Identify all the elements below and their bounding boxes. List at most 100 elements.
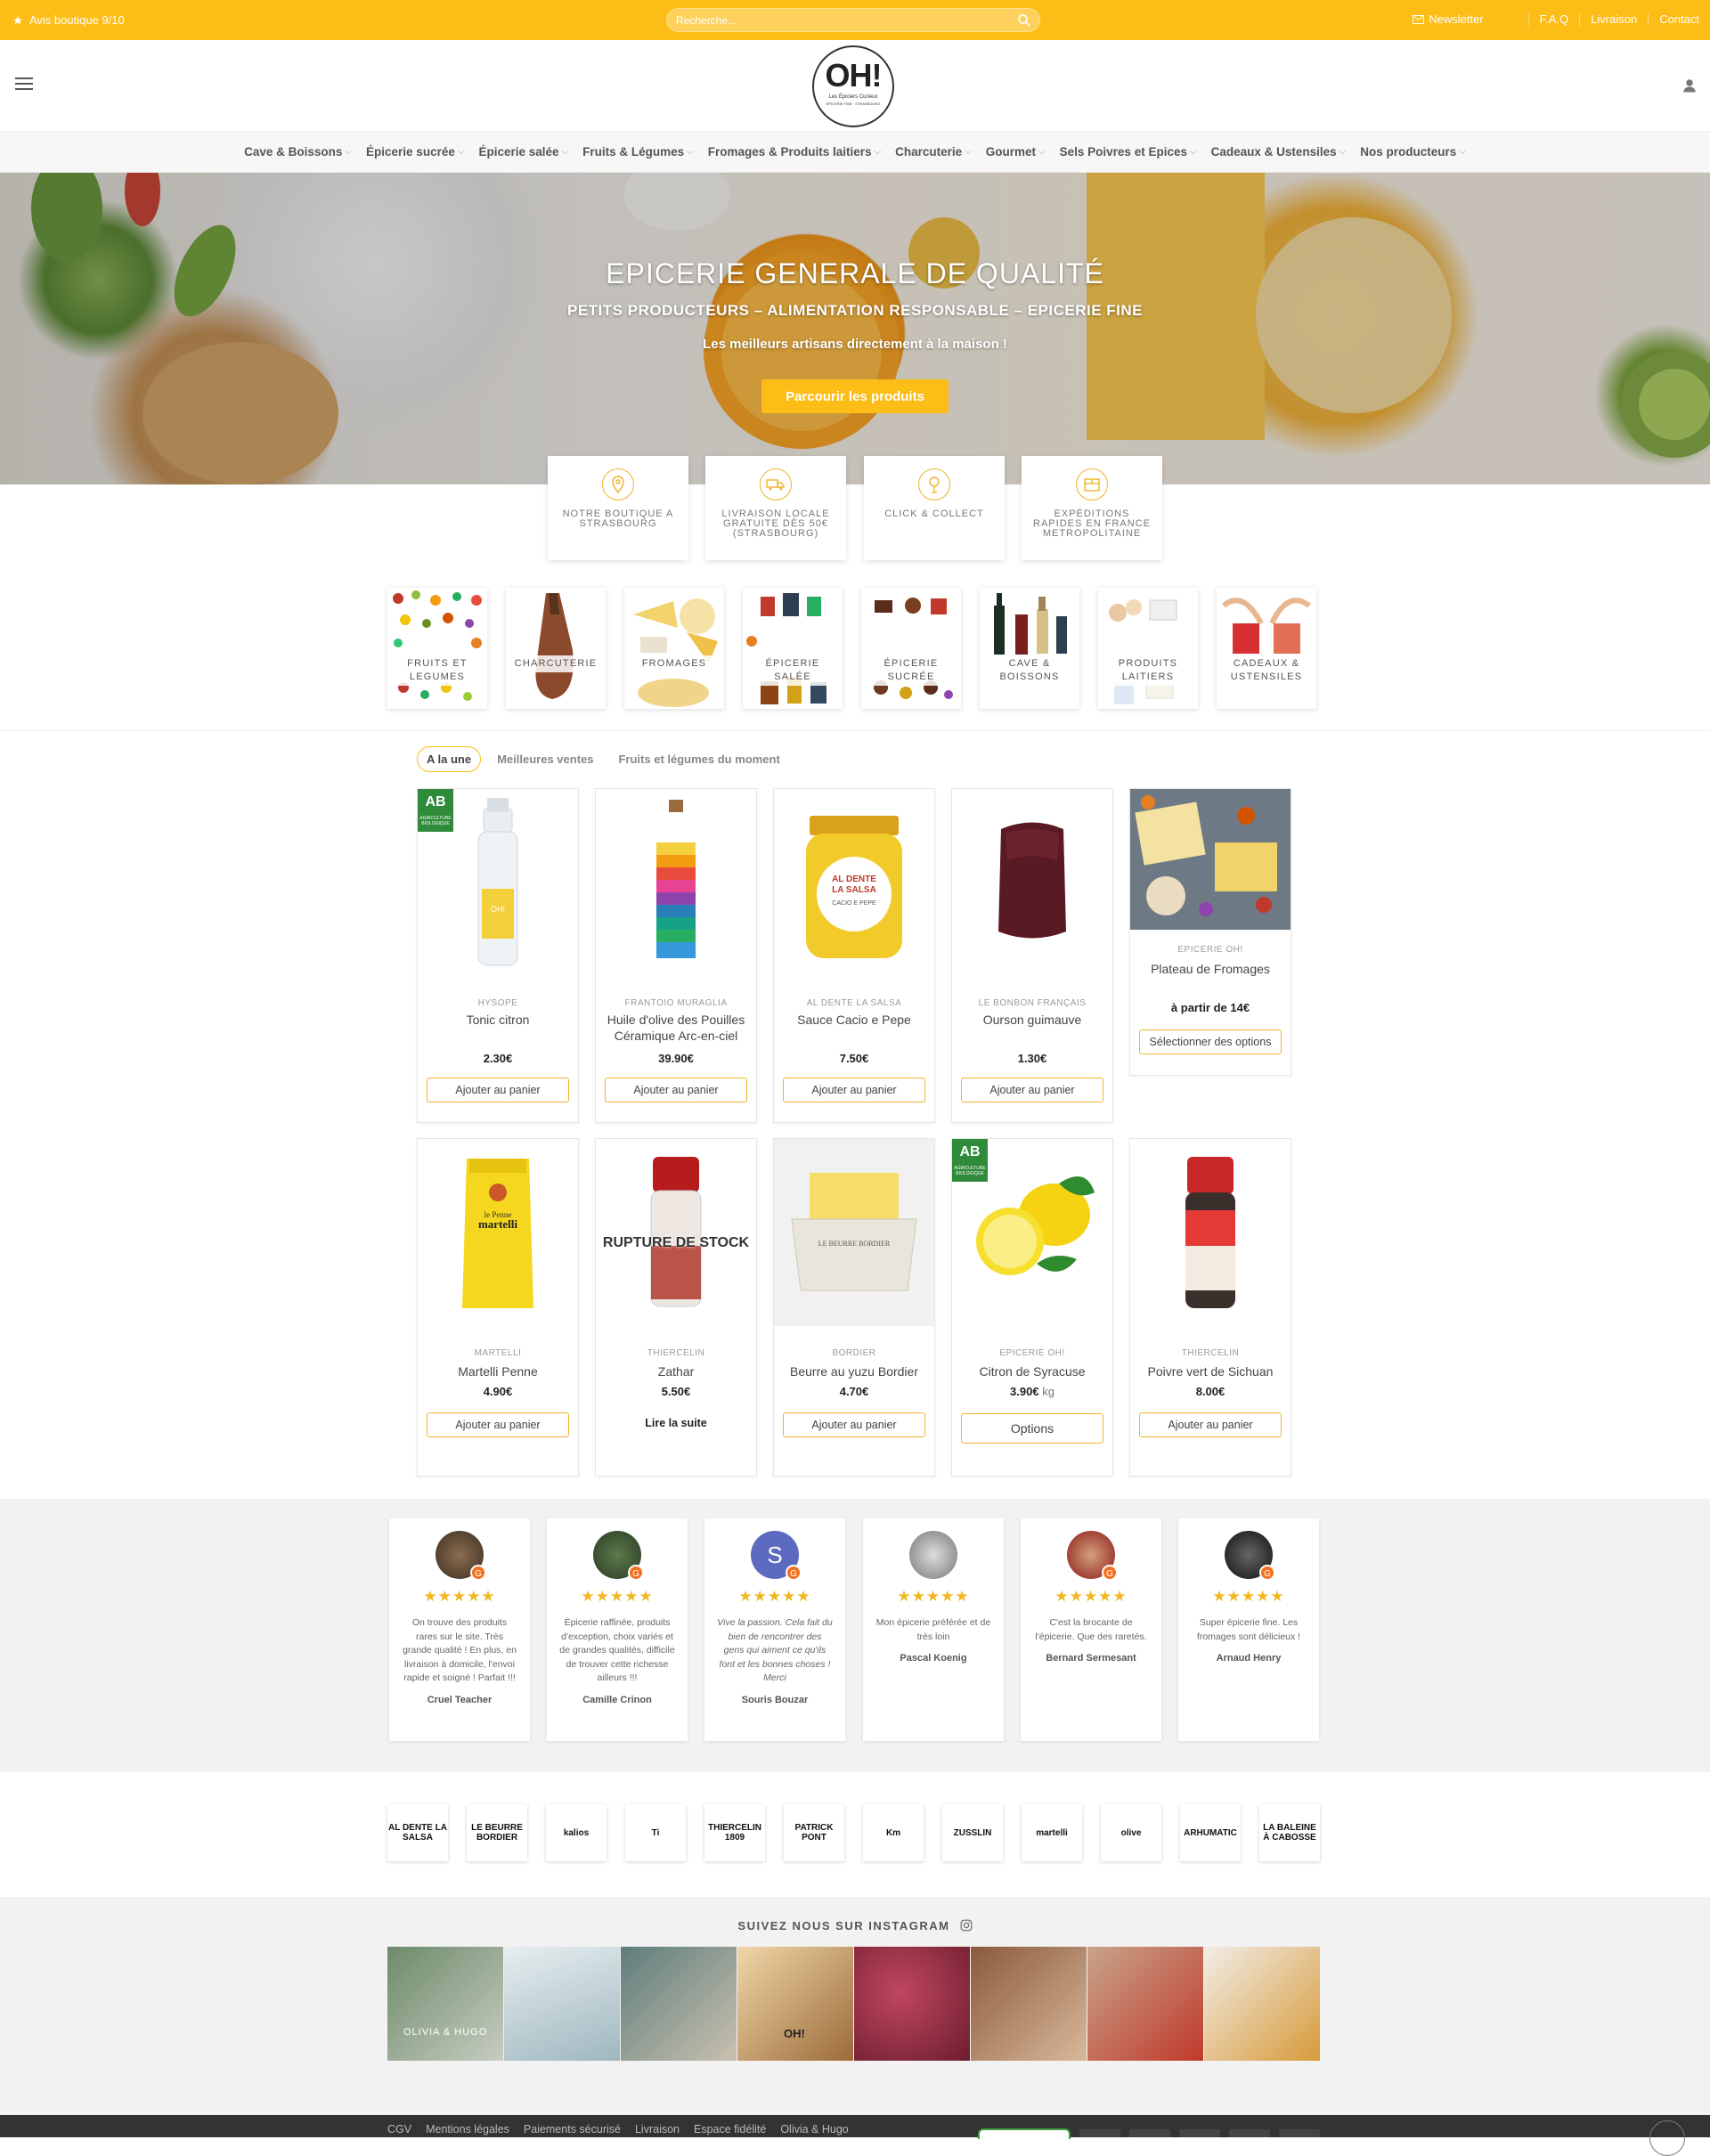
browse-products-button[interactable]: Parcourir les produits bbox=[761, 379, 949, 413]
product-name[interactable]: Tonic citron bbox=[421, 1012, 574, 1028]
brand-logo[interactable]: PATRICK PONT bbox=[784, 1804, 844, 1861]
product-card[interactable]: RUPTURE DE STOCK THIERCELIN Zathar 5.50€… bbox=[595, 1138, 757, 1477]
nav-item[interactable]: Gourmet ⌵ bbox=[981, 145, 1051, 159]
select-options-button[interactable]: Sélectionner des options bbox=[1139, 1029, 1282, 1054]
category-produits-laitiers[interactable]: PRODUITS LAITIERS bbox=[1098, 588, 1198, 709]
livraison-link[interactable]: Livraison bbox=[1579, 12, 1648, 26]
social-icon[interactable] bbox=[1179, 2129, 1220, 2137]
instagram-photo[interactable]: OH! bbox=[737, 1947, 853, 2061]
social-icon[interactable] bbox=[1129, 2129, 1170, 2137]
product-name[interactable]: Poivre vert de Sichuan bbox=[1134, 1363, 1287, 1379]
scroll-top-button[interactable] bbox=[1649, 2120, 1685, 2156]
product-card[interactable]: EPICERIE OH! Plateau de Fromages à parti… bbox=[1129, 788, 1291, 1076]
social-icon[interactable] bbox=[1079, 2129, 1120, 2137]
search-icon[interactable] bbox=[1016, 12, 1032, 28]
product-name[interactable]: Beurre au yuzu Bordier bbox=[778, 1363, 931, 1379]
social-icon[interactable] bbox=[1229, 2129, 1270, 2137]
product-name[interactable]: Huile d'olive des Pouilles Céramique Arc… bbox=[599, 1012, 753, 1044]
category-fruits-legumes[interactable]: FRUITS ET LEGUMES bbox=[387, 588, 487, 709]
category-epicerie-sucree[interactable]: ÉPICERIE SUCRÉE bbox=[861, 588, 961, 709]
shop-rating[interactable]: Avis boutique 9/10 bbox=[12, 13, 125, 27]
user-account-icon[interactable] bbox=[1682, 77, 1698, 94]
add-to-cart-button[interactable]: Ajouter au panier bbox=[605, 1078, 747, 1102]
category-cadeaux-ustensiles[interactable]: CADEAUX & USTENSILES bbox=[1217, 588, 1316, 709]
site-logo[interactable]: OH! Les Épiciers Curieux ÉPICERIE FINE ·… bbox=[812, 45, 894, 127]
social-icon[interactable] bbox=[1279, 2129, 1320, 2137]
contact-link[interactable]: Contact bbox=[1648, 12, 1710, 26]
brand-logo[interactable]: Km bbox=[863, 1804, 924, 1861]
category-cave-boissons[interactable]: CAVE & BOISSONS bbox=[980, 588, 1079, 709]
instagram-photo[interactable] bbox=[621, 1947, 737, 2061]
options-button[interactable]: Options bbox=[961, 1413, 1103, 1444]
add-to-cart-button[interactable]: Ajouter au panier bbox=[961, 1078, 1103, 1102]
brand-logo[interactable]: ARHUMATIC bbox=[1180, 1804, 1241, 1861]
newsletter-link[interactable]: Newsletter bbox=[1402, 12, 1527, 26]
brand-logo[interactable]: THIERCELIN 1809 bbox=[704, 1804, 765, 1861]
feature-click-collect[interactable]: CLICK & COLLECT bbox=[864, 456, 1005, 560]
nav-item[interactable]: Épicerie salée ⌵ bbox=[473, 145, 574, 159]
instagram-photo[interactable]: OLIVIA & HUGO bbox=[387, 1947, 503, 2061]
instagram-photo[interactable] bbox=[504, 1947, 620, 2061]
brand-logo[interactable]: ZUSSLIN bbox=[942, 1804, 1003, 1861]
feature-delivery[interactable]: LIVRAISON LOCALE GRATUITE DÈS 50€ (STRAS… bbox=[705, 456, 846, 560]
nav-item[interactable]: Sels Poivres et Epices ⌵ bbox=[1054, 145, 1202, 159]
tab-a-la-une[interactable]: A la une bbox=[417, 746, 482, 772]
product-card[interactable]: LE BEURRE BORDIER BORDIER Beurre au yuzu… bbox=[773, 1138, 935, 1477]
faq-link[interactable]: F.A.Q bbox=[1527, 12, 1580, 26]
search-input[interactable] bbox=[676, 12, 997, 28]
product-name[interactable]: Zathar bbox=[599, 1363, 753, 1379]
product-name[interactable]: Plateau de Fromages bbox=[1134, 961, 1287, 977]
footer-link[interactable]: CGV bbox=[387, 2123, 411, 2136]
read-more-link[interactable]: Lire la suite bbox=[596, 1417, 756, 1429]
instagram-photo[interactable] bbox=[971, 1947, 1087, 2061]
product-card[interactable]: AL DENTE LA SALSA CACIO E PEPE AL DENTE LA… bbox=[773, 788, 935, 1123]
instagram-icon[interactable] bbox=[960, 1919, 973, 1932]
add-to-cart-button[interactable]: Ajouter au panier bbox=[1139, 1412, 1282, 1437]
brand-logo[interactable]: martelli bbox=[1022, 1804, 1082, 1861]
nav-item[interactable]: Cave & Boissons ⌵ bbox=[239, 145, 357, 159]
nav-item[interactable]: Épicerie sucrée ⌵ bbox=[361, 145, 469, 159]
product-card[interactable]: martelli le Penne MARTELLI Martelli Penne… bbox=[417, 1138, 579, 1477]
product-name[interactable]: Ourson guimauve bbox=[956, 1012, 1109, 1028]
product-name[interactable]: Martelli Penne bbox=[421, 1363, 574, 1379]
brand-logo[interactable]: LE BEURRE BORDIER bbox=[467, 1804, 527, 1861]
nav-item[interactable]: Fruits & Légumes ⌵ bbox=[577, 145, 699, 159]
add-to-cart-button[interactable]: Ajouter au panier bbox=[783, 1078, 925, 1102]
top-bar: Avis boutique 9/10 Newsletter F.A.Q Livr… bbox=[0, 0, 1710, 40]
footer-link[interactable]: Mentions légales bbox=[426, 2123, 509, 2136]
nav-item[interactable]: Charcuterie ⌵ bbox=[890, 145, 977, 159]
footer-link[interactable]: Livraison bbox=[635, 2123, 680, 2136]
menu-icon[interactable] bbox=[15, 77, 33, 92]
feature-boutique[interactable]: NOTRE BOUTIQUE A STRASBOURG bbox=[548, 456, 688, 560]
category-charcuterie[interactable]: CHARCUTERIE bbox=[506, 588, 606, 709]
brand-logo[interactable]: LA BALEINE À CABOSSE bbox=[1259, 1804, 1320, 1861]
product-card[interactable]: LE BONBON FRANÇAIS Ourson guimauve 1.30€… bbox=[951, 788, 1113, 1123]
product-card[interactable]: AB AGRICULTURE BIOLOGIQUE EPICERIE OH! Ci… bbox=[951, 1138, 1113, 1477]
product-card[interactable]: THIERCELIN Poivre vert de Sichuan 8.00€ … bbox=[1129, 1138, 1291, 1477]
product-card[interactable]: OH! AB AGRICULTURE BIOLOGIQUE HYSOPE Toni… bbox=[417, 788, 579, 1123]
tab-fruits-legumes-moment[interactable]: Fruits et légumes du moment bbox=[609, 747, 788, 771]
product-card[interactable]: FRANTOIO MURAGLIA Huile d'olive des Poui… bbox=[595, 788, 757, 1123]
instagram-photo[interactable] bbox=[854, 1947, 970, 2061]
product-name[interactable]: Citron de Syracuse bbox=[956, 1363, 1109, 1379]
add-to-cart-button[interactable]: Ajouter au panier bbox=[427, 1412, 569, 1437]
brand-logo[interactable]: AL DENTE LA SALSA bbox=[387, 1804, 448, 1861]
nav-item[interactable]: Fromages & Produits laitiers ⌵ bbox=[703, 145, 886, 159]
feature-shipping[interactable]: EXPÉDITIONS RAPIDES EN FRANCE METROPOLIT… bbox=[1022, 456, 1162, 560]
footer-link[interactable]: Olivia & Hugo bbox=[780, 2123, 848, 2136]
tab-meilleures-ventes[interactable]: Meilleures ventes bbox=[488, 747, 602, 771]
product-name[interactable]: Sauce Cacio e Pepe bbox=[778, 1012, 931, 1028]
add-to-cart-button[interactable]: Ajouter au panier bbox=[427, 1078, 569, 1102]
instagram-photo[interactable] bbox=[1087, 1947, 1203, 2061]
footer-link[interactable]: Espace fidélité bbox=[694, 2123, 766, 2136]
brand-logo[interactable]: Ti bbox=[625, 1804, 686, 1861]
instagram-photo[interactable] bbox=[1204, 1947, 1320, 2061]
nav-item[interactable]: Nos producteurs ⌵ bbox=[1355, 145, 1471, 159]
category-epicerie-salee[interactable]: ÉPICERIE SALÉE bbox=[743, 588, 843, 709]
brand-logo[interactable]: olive bbox=[1101, 1804, 1161, 1861]
category-fromages[interactable]: FROMAGES bbox=[624, 588, 724, 709]
add-to-cart-button[interactable]: Ajouter au panier bbox=[783, 1412, 925, 1437]
nav-item[interactable]: Cadeaux & Ustensiles ⌵ bbox=[1206, 145, 1352, 159]
brand-logo[interactable]: kalios bbox=[546, 1804, 607, 1861]
footer-link[interactable]: Paiements sécurisé bbox=[524, 2123, 621, 2136]
